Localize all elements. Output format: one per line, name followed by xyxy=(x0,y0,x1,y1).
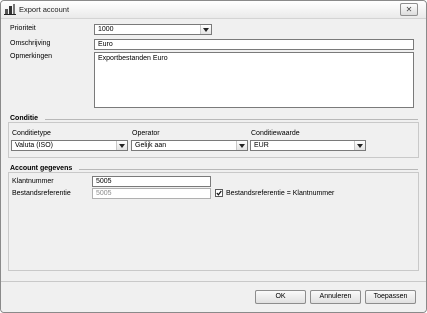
bestandsreferentie-label: Bestandsreferentie xyxy=(12,190,71,197)
conditietype-value: Valuta (ISO) xyxy=(15,142,53,149)
operator-dropdown-button[interactable] xyxy=(236,141,247,150)
opmerkingen-value: Exportbestanden Euro xyxy=(98,55,168,62)
account-heading: Account gegevens xyxy=(10,165,73,172)
bestandsreferentie-checkbox-label[interactable]: Bestandsreferentie = Klantnummer xyxy=(226,190,334,197)
opmerkingen-textarea[interactable]: Exportbestanden Euro xyxy=(94,52,414,108)
conditie-divider xyxy=(45,119,418,120)
prioriteit-select[interactable]: 1000 xyxy=(94,24,212,35)
conditietype-label: Conditietype xyxy=(12,130,51,137)
operator-select[interactable]: Gelijk aan xyxy=(131,140,248,151)
klantnummer-field[interactable]: 5005 xyxy=(92,176,211,187)
conditiewaarde-dropdown-button[interactable] xyxy=(354,141,365,150)
conditietype-select[interactable]: Valuta (ISO) xyxy=(11,140,128,151)
chevron-down-icon xyxy=(119,144,125,148)
omschrijving-field[interactable]: Euro xyxy=(94,39,414,50)
account-group xyxy=(8,172,419,271)
opmerkingen-label: Opmerkingen xyxy=(10,53,53,60)
button-bar: OK Annuleren Toepassen xyxy=(1,281,426,312)
chevron-down-icon xyxy=(357,144,363,148)
prioriteit-value: 1000 xyxy=(98,26,114,33)
export-account-icon xyxy=(4,3,16,15)
close-icon: ✕ xyxy=(405,5,413,14)
window-title: Export account xyxy=(19,5,70,14)
klantnummer-value: 5005 xyxy=(96,178,112,185)
account-divider xyxy=(79,169,418,170)
checkmark-icon xyxy=(216,190,222,196)
omschrijving-value: Euro xyxy=(98,41,113,48)
close-button[interactable]: ✕ xyxy=(400,3,418,16)
omschrijving-label: Omschrijving xyxy=(10,40,51,47)
title-bar: Export account ✕ xyxy=(1,1,426,19)
conditie-heading: Conditie xyxy=(10,115,38,122)
conditietype-dropdown-button[interactable] xyxy=(116,141,127,150)
bestandsreferentie-value: 5005 xyxy=(96,190,112,197)
operator-value: Gelijk aan xyxy=(135,142,167,149)
conditiewaarde-label: Conditiewaarde xyxy=(251,130,300,137)
klantnummer-label: Klantnummer xyxy=(12,178,54,185)
bestandsreferentie-checkbox[interactable] xyxy=(215,189,223,197)
chevron-down-icon xyxy=(239,144,245,148)
export-account-window: Export account ✕ Prioriteit 1000 Omschri… xyxy=(0,0,427,313)
ok-button[interactable]: OK xyxy=(255,290,306,304)
conditiewaarde-select[interactable]: EUR xyxy=(250,140,366,151)
apply-button[interactable]: Toepassen xyxy=(365,290,416,304)
chevron-down-icon xyxy=(203,28,209,32)
operator-label: Operator xyxy=(132,130,160,137)
bestandsreferentie-field[interactable]: 5005 xyxy=(92,188,211,199)
conditiewaarde-value: EUR xyxy=(254,142,269,149)
prioriteit-label: Prioriteit xyxy=(10,25,36,32)
prioriteit-dropdown-button[interactable] xyxy=(200,25,211,34)
cancel-button[interactable]: Annuleren xyxy=(310,290,361,304)
